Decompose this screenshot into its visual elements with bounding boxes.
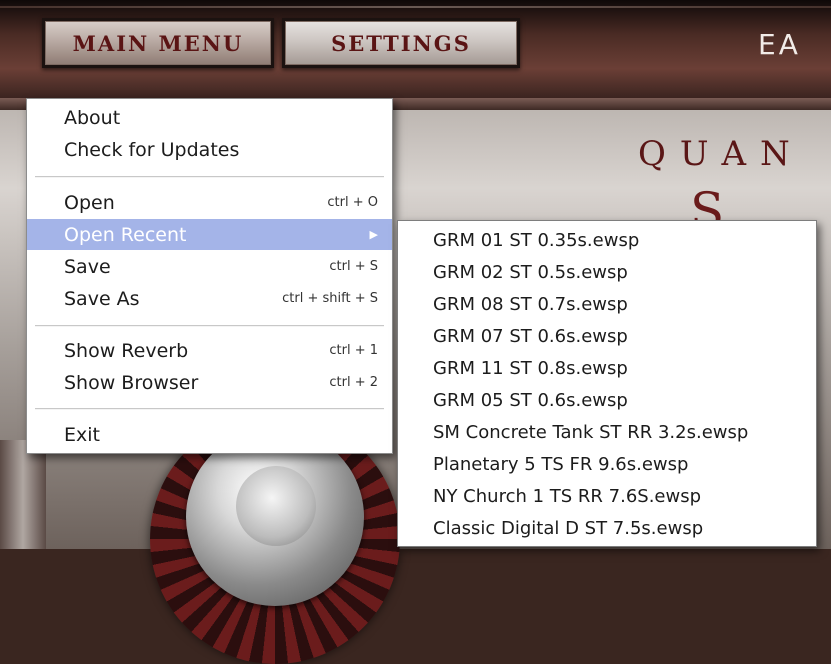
main-menu-button[interactable]: MAIN MENU (42, 18, 274, 68)
menu-item-exit[interactable]: Exit (27, 419, 392, 450)
brand-logo-text: EA (758, 28, 801, 61)
settings-button[interactable]: SETTINGS (282, 18, 520, 68)
menu-item-shortcut: ctrl + 1 (329, 343, 378, 358)
menu-item-label: Exit (64, 423, 100, 446)
product-title: QUAN (638, 134, 804, 174)
menu-item-label: Show Reverb (64, 339, 189, 362)
menu-item-label: Open (64, 191, 115, 214)
recent-file-item[interactable]: NY Church 1 TS RR 7.6S.ewsp (398, 480, 816, 512)
menu-item-shortcut: ctrl + shift + S (282, 291, 378, 306)
menu-item-label: Save As (64, 287, 140, 310)
menu-item-open[interactable]: Open ctrl + O (27, 187, 392, 218)
main-menu-dropdown: About Check for Updates Open ctrl + O Op… (26, 98, 393, 454)
menu-item-open-recent[interactable]: Open Recent ▶ (27, 219, 392, 250)
recent-file-item[interactable]: GRM 05 ST 0.6s.ewsp (398, 384, 816, 416)
menu-item-save-as[interactable]: Save As ctrl + shift + S (27, 283, 392, 314)
menu-item-show-reverb[interactable]: Show Reverb ctrl + 1 (27, 335, 392, 366)
menu-item-shortcut: ctrl + S (329, 259, 378, 274)
menu-item-about[interactable]: About (27, 102, 392, 133)
menu-item-shortcut: ctrl + 2 (329, 375, 378, 390)
chevron-right-icon: ▶ (369, 228, 378, 241)
menu-separator (35, 408, 384, 410)
menu-item-save[interactable]: Save ctrl + S (27, 251, 392, 282)
side-column (0, 440, 46, 549)
menu-item-shortcut: ctrl + O (327, 195, 378, 210)
open-recent-submenu: GRM 01 ST 0.35s.ewsp GRM 02 ST 0.5s.ewsp… (397, 220, 817, 547)
recent-file-item[interactable]: GRM 01 ST 0.35s.ewsp (398, 224, 816, 256)
recent-file-item[interactable]: SM Concrete Tank ST RR 3.2s.ewsp (398, 416, 816, 448)
menu-item-label: Check for Updates (64, 138, 240, 161)
menu-item-check-for-updates[interactable]: Check for Updates (27, 134, 392, 165)
menu-item-show-browser[interactable]: Show Browser ctrl + 2 (27, 367, 392, 398)
menu-separator (35, 325, 384, 327)
recent-file-item[interactable]: GRM 11 ST 0.8s.ewsp (398, 352, 816, 384)
recent-file-item[interactable]: GRM 08 ST 0.7s.ewsp (398, 288, 816, 320)
menu-item-label: Save (64, 255, 111, 278)
recent-file-item[interactable]: GRM 02 ST 0.5s.ewsp (398, 256, 816, 288)
recent-file-item[interactable]: Classic Digital D ST 7.5s.ewsp (398, 512, 816, 544)
recent-file-item[interactable]: GRM 07 ST 0.6s.ewsp (398, 320, 816, 352)
menu-item-label: Open Recent (64, 223, 187, 246)
knob-cap (236, 466, 316, 546)
menu-item-label: Show Browser (64, 371, 199, 394)
menu-item-label: About (64, 106, 121, 129)
menu-separator (35, 176, 384, 178)
recent-file-item[interactable]: Planetary 5 TS FR 9.6s.ewsp (398, 448, 816, 480)
